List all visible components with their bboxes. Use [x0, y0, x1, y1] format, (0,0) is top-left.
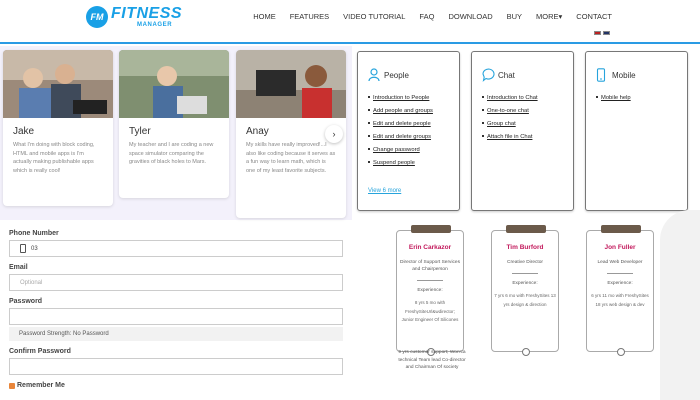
help-panel-title: Mobile	[612, 70, 636, 80]
nav-home[interactable]: HOME	[253, 12, 276, 21]
chat-icon	[482, 68, 495, 82]
chevron-right-icon: ›	[332, 129, 336, 139]
team-name: Tim Burford	[506, 244, 544, 251]
phone-icon	[20, 244, 26, 253]
decorative-shape	[660, 210, 700, 400]
help-link[interactable]: Suspend people	[368, 160, 459, 166]
team-name: Erin Carkazor	[408, 244, 452, 251]
team-experience-label: Experience:	[607, 281, 633, 287]
help-link[interactable]: Change password	[368, 147, 459, 153]
email-placeholder: Optional	[20, 279, 43, 286]
testimonial-photo	[236, 50, 346, 118]
person-icon	[368, 68, 380, 82]
team-photo	[506, 225, 546, 233]
help-link[interactable]: Introduction to People	[368, 95, 459, 101]
help-panel-chat: Chat Introduction to Chat One-to-one cha…	[471, 51, 574, 211]
team-photo	[411, 225, 451, 233]
team-experience-overflow: 9 yrs customer support; Won'ca technical…	[398, 350, 466, 371]
help-link[interactable]: Add people and groups	[368, 108, 459, 114]
team-card: Erin Carkazor Director of Support Servic…	[396, 225, 464, 356]
top-navbar: FM FITNESS MANAGER HOME FEATURES VIDEO T…	[0, 0, 700, 44]
password-label: Password	[9, 298, 43, 305]
team-card: Jon Fuller Lead Web Developer Experience…	[586, 225, 654, 356]
flag-alt-icon[interactable]	[603, 31, 610, 35]
testimonial-card: Tyler My teacher and I are coding a new …	[119, 50, 229, 198]
testimonial-quote: My skills have really improved!...I also…	[246, 142, 336, 174]
phone-input[interactable]: 03	[9, 240, 343, 257]
remember-label: Remember Me	[17, 382, 65, 389]
main-nav: HOME FEATURES VIDEO TUTORIAL FAQ DOWNLOA…	[253, 12, 612, 21]
team-experience: 8 yrs 5 mo with FreshySiteUrl&wdirector;…	[401, 300, 459, 323]
expand-icon[interactable]	[522, 348, 530, 356]
nav-buy[interactable]: BUY	[507, 12, 522, 21]
help-link[interactable]: Edit and delete groups	[368, 134, 459, 140]
nav-download[interactable]: DOWNLOAD	[448, 12, 492, 21]
remember-checkbox[interactable]	[9, 382, 15, 389]
logo[interactable]: FM FITNESS MANAGER	[86, 6, 182, 28]
testimonial-photo	[119, 50, 229, 118]
logo-wordmark: FITNESS	[111, 5, 183, 22]
phone-label: Phone Number	[9, 230, 59, 237]
nav-more-dropdown[interactable]: MORE▾	[536, 12, 562, 21]
remember-me[interactable]: Remember Me	[9, 382, 65, 389]
team-name: Jon Fuller	[604, 244, 636, 251]
team-card: Tim Burford Creative Director Experience…	[491, 225, 559, 356]
testimonial-card: Jake What I'm doing with block coding, H…	[3, 50, 113, 206]
nav-faq[interactable]: FAQ	[419, 12, 434, 21]
team-experience: 7 yrs 6 mo with FreshySites 13 yrs desig…	[494, 293, 556, 307]
nav-features[interactable]: FEATURES	[290, 12, 329, 21]
team-experience-label: Experience:	[417, 288, 443, 294]
help-panel-title: People	[384, 70, 409, 80]
email-label: Email	[9, 264, 28, 271]
team-role: Creative Director	[507, 260, 543, 265]
testimonial-quote: My teacher and I are coding a new space …	[129, 142, 214, 166]
help-link[interactable]: Attach file in Chat	[482, 134, 573, 140]
carousel-next-button[interactable]: ›	[325, 125, 343, 143]
confirm-password-label: Confirm Password	[9, 348, 71, 355]
testimonial-name: Tyler	[129, 126, 151, 137]
password-input[interactable]	[9, 308, 343, 325]
expand-icon[interactable]	[617, 348, 625, 356]
view-more-link[interactable]: View 6 more	[368, 188, 401, 194]
nav-video-tutorial[interactable]: VIDEO TUTORIAL	[343, 12, 405, 21]
team-experience: 6 yrs 11 mo with FreshySites 18 yrs web …	[591, 293, 649, 307]
testimonial-quote: What I'm doing with block coding, HTML a…	[13, 142, 95, 174]
logo-badge: FM	[86, 6, 108, 28]
testimonial-name: Jake	[13, 126, 35, 137]
team-photo	[601, 225, 641, 233]
language-flags	[594, 31, 610, 35]
password-strength: Password Strength: No Password	[9, 327, 343, 341]
phone-value: 03	[31, 245, 38, 252]
help-link[interactable]: Introduction to Chat	[482, 95, 573, 101]
nav-contact[interactable]: CONTACT	[576, 12, 612, 21]
help-panel-mobile: Mobile Mobile help	[585, 51, 688, 211]
team-role: Lead Web Developer	[597, 260, 643, 265]
team-role: Director of Support Services and Chairpe…	[400, 260, 460, 273]
confirm-password-input[interactable]	[9, 358, 343, 375]
flag-en-icon[interactable]	[594, 31, 601, 35]
help-link[interactable]: One-to-one chat	[482, 108, 573, 114]
help-panel-title: Chat	[498, 70, 515, 80]
testimonials-section: Jake What I'm doing with block coding, H…	[0, 46, 352, 220]
help-link[interactable]: Group chat	[482, 121, 573, 127]
logo-subtitle: MANAGER	[137, 22, 173, 28]
mobile-icon	[596, 68, 608, 82]
team-experience-label: Experience:	[512, 281, 538, 287]
help-link[interactable]: Mobile help	[596, 95, 687, 101]
testimonial-photo	[3, 50, 113, 118]
help-link[interactable]: Edit and delete people	[368, 121, 459, 127]
help-panel-people: People Introduction to People Add people…	[357, 51, 460, 211]
email-input[interactable]: Optional	[9, 274, 343, 291]
